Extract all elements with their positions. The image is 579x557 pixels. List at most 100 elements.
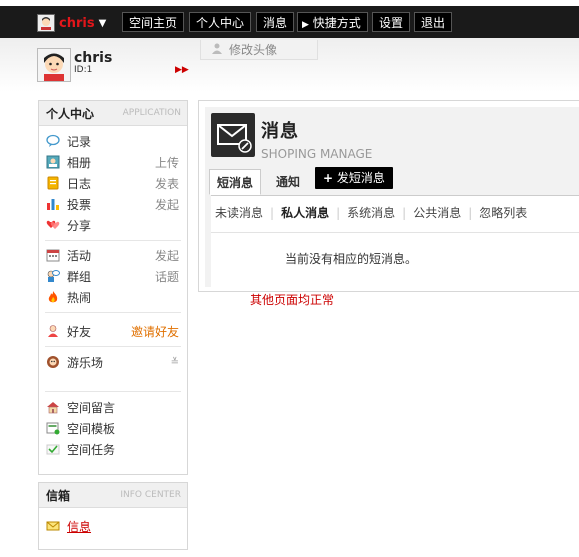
separator: | — [468, 205, 473, 220]
avatar[interactable] — [37, 48, 71, 82]
double-chevron-down-icon[interactable]: ≚ — [171, 357, 179, 368]
sidebar-item-hot[interactable]: 热闹 — [45, 287, 183, 307]
nav-settings[interactable]: 设置 — [372, 12, 411, 32]
sidebar-inbox: 信箱 INFO CENTER 信息 — [38, 482, 188, 550]
sidebar-subtitle: APPLICATION — [122, 108, 181, 118]
sidebar-item-task[interactable]: 空间任务 — [45, 439, 183, 459]
message-content: 未读消息 | 私人消息 | 系统消息 | 公共消息 | 忽略列表 当前没有相应的… — [211, 196, 579, 287]
sidebar-item-label: 日志 — [67, 176, 92, 191]
blog-icon — [45, 175, 61, 191]
inbox-subtitle: INFO CENTER — [120, 490, 181, 500]
separator: | — [402, 205, 407, 220]
divider — [45, 312, 181, 313]
sidebar-item-poll[interactable]: 投票 发起 — [45, 194, 183, 214]
sidebar-item-album[interactable]: 相册 上传 — [45, 152, 183, 172]
topic-link[interactable]: 话题 — [155, 268, 179, 285]
page-title: 消息 — [261, 121, 299, 142]
fire-icon — [45, 289, 61, 305]
user-menu[interactable]: chris ▼ — [37, 12, 115, 34]
message-panel-inner: 消息 SHOPING MANAGE 短消息 通知 + 发短消息 未读消息 | 私… — [205, 107, 579, 287]
inbox-header: 信箱 INFO CENTER — [39, 483, 187, 508]
plus-icon: + — [323, 171, 334, 185]
envelope-icon — [211, 113, 255, 157]
filter-ignore-list[interactable]: 忽略列表 — [479, 204, 527, 221]
share-hearts-icon — [45, 217, 61, 233]
inbox-title: 信箱 — [46, 488, 71, 503]
mini-avatar-icon — [37, 14, 55, 32]
separator: | — [336, 205, 341, 220]
sidebar-item-label: 活动 — [67, 248, 92, 263]
send-message-button[interactable]: + 发短消息 — [315, 167, 393, 189]
profile-name: chris — [74, 50, 113, 66]
sidebar-item-label: 记录 — [67, 134, 92, 149]
sidebar-item-label: 好友 — [67, 324, 92, 339]
playground-icon — [45, 354, 61, 370]
friend-icon — [45, 323, 61, 339]
divider — [45, 346, 181, 347]
publish-link[interactable]: 发表 — [155, 175, 179, 192]
envelope-icon — [45, 518, 61, 534]
sidebar-item-activity[interactable]: 活动 发起 — [45, 245, 183, 265]
task-check-icon — [45, 441, 61, 457]
tab-short-message[interactable]: 短消息 — [209, 169, 262, 195]
profile-id: ID:1 — [74, 65, 93, 75]
photo-album-icon — [45, 154, 61, 170]
template-icon — [45, 420, 61, 436]
nav-space-home[interactable]: 空间主页 — [122, 12, 185, 32]
filter-public[interactable]: 公共消息 — [413, 204, 461, 221]
sidebar-item-records[interactable]: 记录 — [45, 131, 183, 151]
separator: | — [270, 205, 275, 220]
upload-link[interactable]: 上传 — [155, 154, 179, 171]
tab-notification[interactable]: 通知 — [269, 169, 307, 195]
page-subtitle: SHOPING MANAGE — [261, 147, 373, 161]
nav-personal-center[interactable]: 个人中心 — [189, 12, 252, 32]
sidebar-item-label: 相册 — [67, 155, 92, 170]
sidebar-item-playground[interactable]: 游乐场 ≚ — [45, 352, 183, 372]
change-avatar-tab[interactable]: 修改头像 — [200, 40, 318, 60]
message-filter-tabs: 未读消息 | 私人消息 | 系统消息 | 公共消息 | 忽略列表 — [215, 204, 527, 221]
inbox-item-info[interactable]: 信息 — [45, 516, 183, 536]
nav-messages[interactable]: 消息 — [256, 12, 295, 32]
content-divider — [211, 232, 579, 233]
sidebar-title: 个人中心 — [46, 106, 95, 121]
filter-system[interactable]: 系统消息 — [347, 204, 395, 221]
sidebar-item-label: 空间模板 — [67, 421, 116, 436]
inbox-info-link[interactable]: 信息 — [67, 518, 183, 535]
sidebar-item-label: 热闹 — [67, 290, 92, 305]
double-arrow-right-icon[interactable]: ▶▶ — [175, 65, 189, 75]
initiate-activity-link[interactable]: 发起 — [155, 247, 179, 264]
sidebar-item-share[interactable]: 分享 — [45, 215, 183, 235]
sidebar-header: 个人中心 APPLICATION — [39, 101, 187, 126]
sidebar-item-template[interactable]: 空间模板 — [45, 418, 183, 438]
sidebar-item-blog[interactable]: 日志 发表 — [45, 173, 183, 193]
nav-shortcuts[interactable]: ▶ 快捷方式 — [297, 12, 368, 32]
sidebar-item-label: 分享 — [67, 218, 92, 233]
divider — [45, 240, 181, 241]
arrow-right-icon: ▶ — [302, 20, 309, 30]
person-icon — [211, 42, 223, 57]
divider — [45, 391, 181, 392]
nav-logout[interactable]: 退出 — [414, 12, 453, 32]
sidebar-item-label: 空间任务 — [67, 442, 116, 457]
calendar-icon — [45, 247, 61, 263]
sidebar-item-guestbook[interactable]: 空间留言 — [45, 397, 183, 417]
sidebar-item-friends[interactable]: 好友 邀请好友 — [45, 321, 183, 341]
sidebar-item-label: 空间留言 — [67, 400, 116, 415]
sidebar-personal-center: 个人中心 APPLICATION 记录 相册 上传 日志 发表 投票 发起 分享… — [38, 100, 188, 475]
filter-unread[interactable]: 未读消息 — [215, 204, 263, 221]
initiate-poll-link[interactable]: 发起 — [155, 196, 179, 213]
speech-bubble-icon — [45, 133, 61, 149]
empty-state-text: 当前没有相应的短消息。 — [285, 252, 418, 266]
filter-private[interactable]: 私人消息 — [281, 204, 329, 221]
sidebar-item-label: 投票 — [67, 197, 92, 212]
guestbook-icon — [45, 399, 61, 415]
invite-friends-link[interactable]: 邀请好友 — [131, 323, 179, 340]
sidebar-item-label: 游乐场 — [67, 355, 104, 370]
message-panel: 消息 SHOPING MANAGE 短消息 通知 + 发短消息 未读消息 | 私… — [198, 100, 579, 292]
sidebar-item-group[interactable]: 群组 话题 — [45, 266, 183, 286]
change-avatar-label: 修改头像 — [229, 43, 278, 57]
sidebar-item-label: 群组 — [67, 269, 92, 284]
nav-shortcuts-label: 快捷方式 — [312, 16, 361, 30]
poll-icon — [45, 196, 61, 212]
chevron-down-icon: ▼ — [98, 17, 107, 29]
